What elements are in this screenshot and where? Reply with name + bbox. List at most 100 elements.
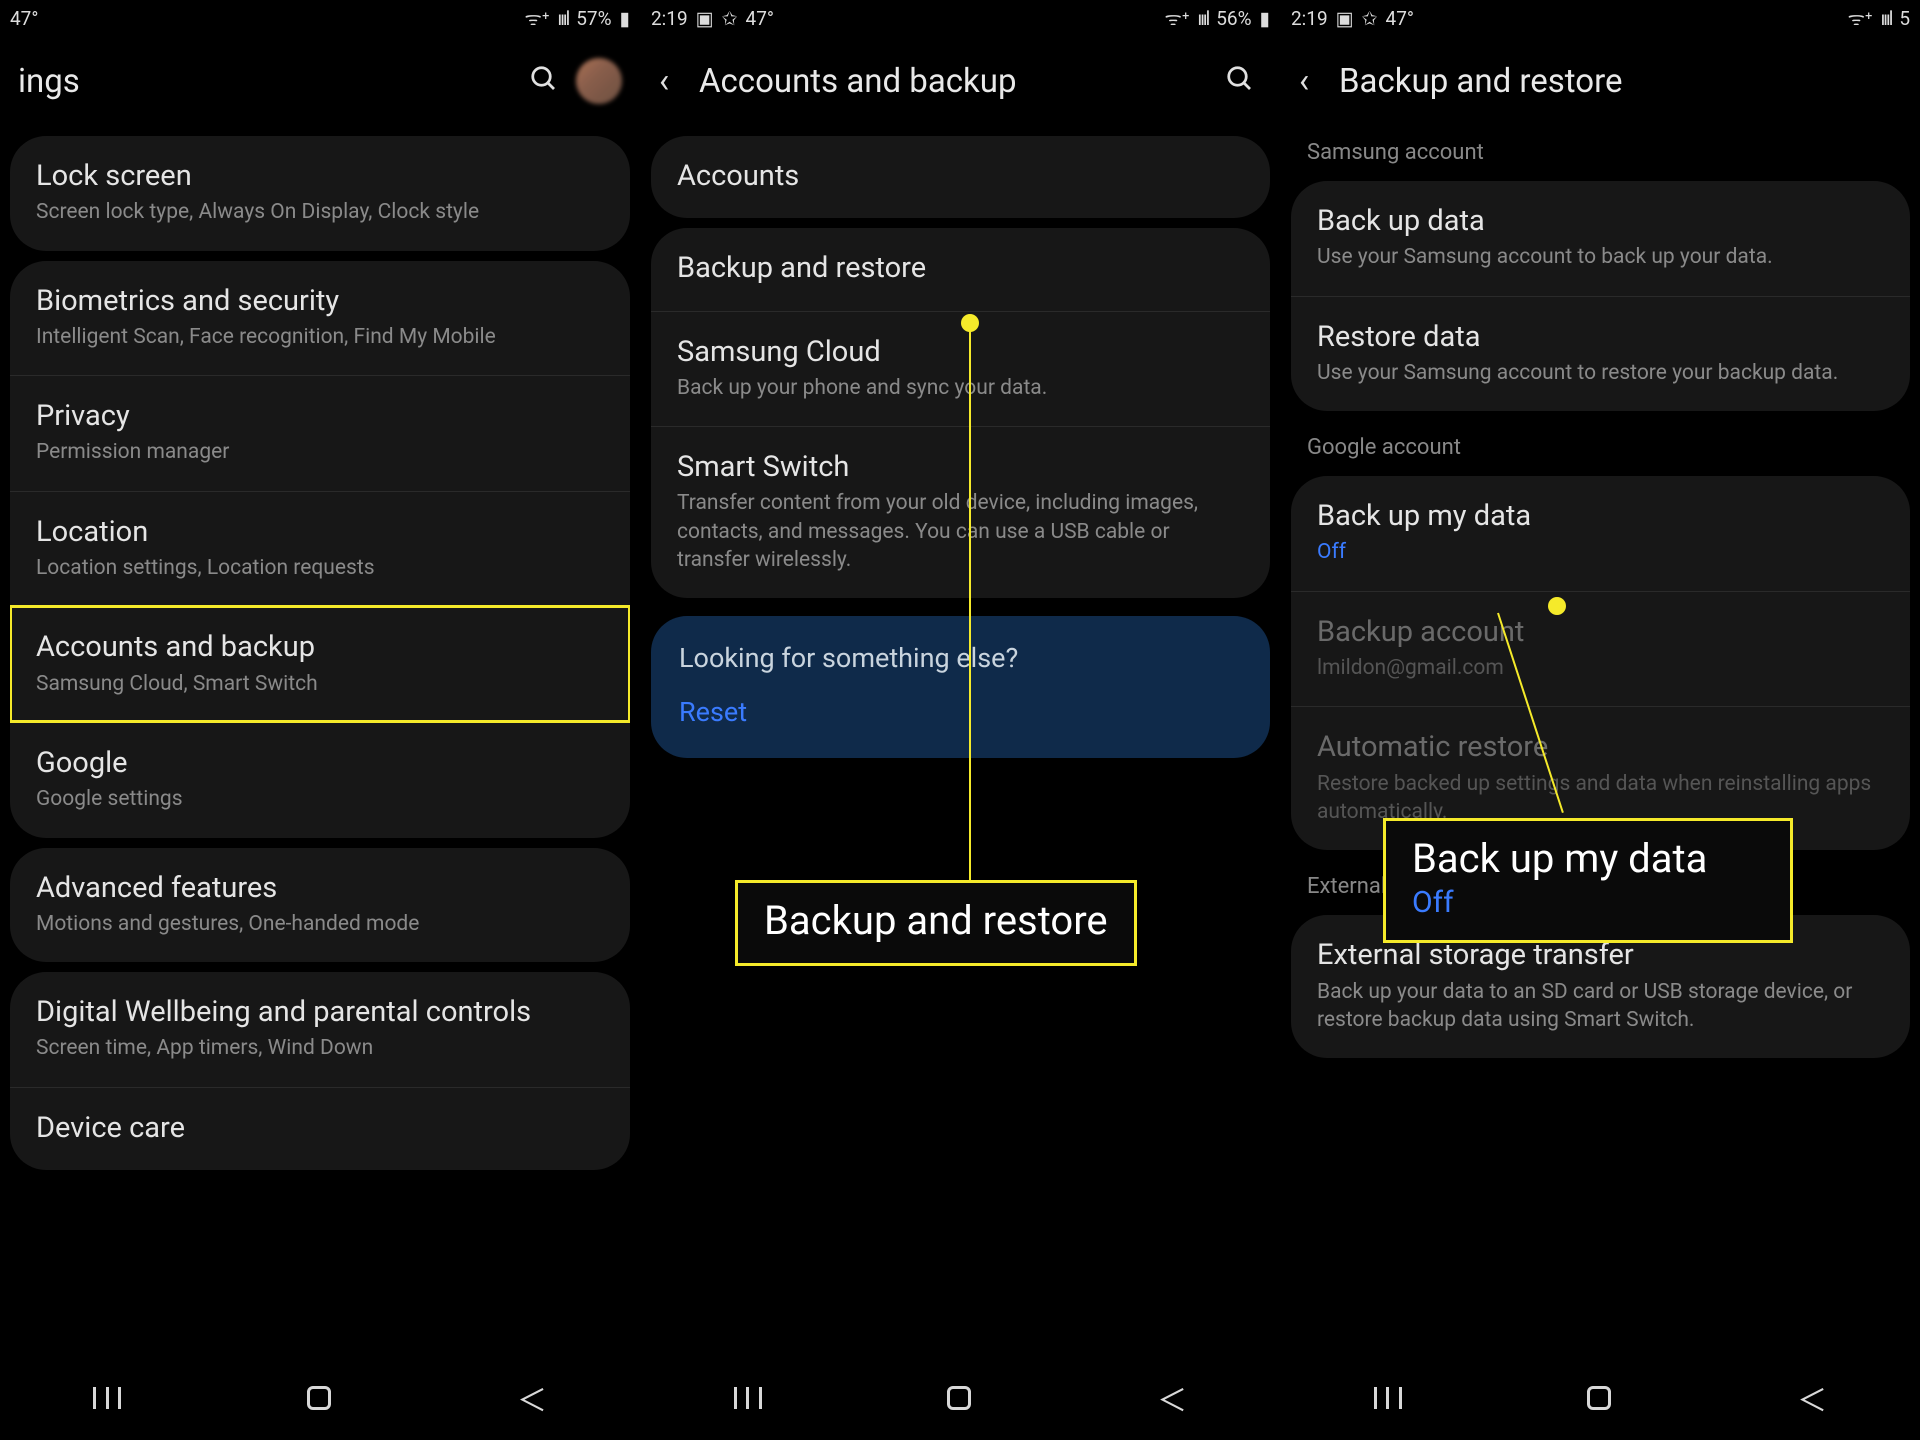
settings-item[interactable]: Digital Wellbeing and parental controlsS… xyxy=(10,972,630,1087)
status-wifi-icon: ᯤ⁺ xyxy=(1165,5,1190,31)
row-subtitle: Google settings xyxy=(36,785,604,813)
row-title: Samsung Cloud xyxy=(677,334,1244,370)
nav-recent-icon[interactable] xyxy=(1374,1387,1402,1409)
row-subtitle: Samsung Cloud, Smart Switch xyxy=(36,670,604,698)
page-title: Accounts and backup xyxy=(699,62,1218,101)
row-subtitle: Location settings, Location requests xyxy=(36,554,604,582)
status-signal-icon: ıııl xyxy=(1198,7,1209,30)
status-bar: 47° ᯤ⁺ ıııl 57% ▮ xyxy=(0,0,640,36)
nav-home-icon[interactable] xyxy=(307,1386,331,1410)
callout-sub: Off xyxy=(1412,885,1764,920)
row-subtitle: Intelligent Scan, Face recognition, Find… xyxy=(36,323,604,351)
status-battery: 57% xyxy=(576,7,611,30)
row-title: Advanced features xyxy=(36,870,604,906)
status-temp: 47° xyxy=(10,7,38,30)
accounts-item[interactable]: Samsung Cloud Back up your phone and sync… xyxy=(651,311,1270,427)
status-temp: 47° xyxy=(1386,7,1414,30)
backup-item[interactable]: Backup account lmildon@gmail.com xyxy=(1291,591,1910,707)
annotation-dot xyxy=(1548,597,1566,615)
status-temp: 47° xyxy=(746,7,774,30)
row-subtitle: Transfer content from your old device, i… xyxy=(677,489,1244,574)
settings-card: Lock screenScreen lock type, Always On D… xyxy=(10,136,630,251)
row-title: Accounts xyxy=(677,158,1244,194)
accounts-item[interactable]: Backup and restore xyxy=(651,228,1270,310)
status-star-icon: ✩ xyxy=(722,7,738,30)
callout-text: Backup and restore xyxy=(764,899,1108,943)
accounts-item[interactable]: Smart Switch Transfer content from your o… xyxy=(651,426,1270,598)
phone-backup-restore: 2:19 ▣ ✩ 47° ᯤ⁺ ıııl 5 ‹ Backup and rest… xyxy=(1280,0,1920,1440)
row-title: Back up data xyxy=(1317,203,1884,239)
header: ‹ Accounts and backup xyxy=(641,36,1280,126)
row-subtitle: Use your Samsung account to back up your… xyxy=(1317,243,1884,271)
nav-home-icon[interactable] xyxy=(1587,1386,1611,1410)
phone-accounts-backup: 2:19 ▣ ✩ 47° ᯤ⁺ ıııl 56% ▮ ‹ Accounts an… xyxy=(640,0,1280,1440)
status-battery: 56% xyxy=(1216,7,1251,30)
settings-item[interactable]: LocationLocation settings, Location requ… xyxy=(10,491,630,607)
status-app-icon: ▣ xyxy=(696,7,714,30)
section-label-samsung: Samsung account xyxy=(1285,126,1916,171)
row-title: Google xyxy=(36,745,604,781)
settings-card: Biometrics and securityIntelligent Scan,… xyxy=(10,261,630,838)
back-icon[interactable]: ‹ xyxy=(1299,61,1339,101)
nav-home-icon[interactable] xyxy=(947,1386,971,1410)
row-title: Accounts and backup xyxy=(36,629,604,665)
profile-avatar[interactable] xyxy=(576,58,622,104)
search-icon[interactable] xyxy=(522,64,566,98)
row-subtitle: lmildon@gmail.com xyxy=(1317,654,1884,682)
row-title: Lock screen xyxy=(36,158,604,194)
nav-back-icon[interactable]: ＜ xyxy=(1157,1376,1187,1420)
row-subtitle: Motions and gestures, One-handed mode xyxy=(36,910,604,938)
row-subtitle: Back up your data to an SD card or USB s… xyxy=(1317,978,1884,1035)
backup-item[interactable]: Restore dataUse your Samsung account to … xyxy=(1291,296,1910,412)
callout-title: Back up my data xyxy=(1412,837,1764,881)
row-subtitle: Off xyxy=(1317,538,1884,566)
nav-recent-icon[interactable] xyxy=(734,1387,762,1409)
settings-item[interactable]: Biometrics and securityIntelligent Scan,… xyxy=(10,261,630,376)
back-icon[interactable]: ‹ xyxy=(659,61,699,101)
info-card: Looking for something else? Reset xyxy=(651,616,1270,758)
status-wifi-icon: ᯤ⁺ xyxy=(1848,5,1873,31)
nav-recent-icon[interactable] xyxy=(93,1387,121,1409)
row-title: Restore data xyxy=(1317,319,1884,355)
row-title: Smart Switch xyxy=(677,449,1244,485)
annotation-dot xyxy=(961,314,979,332)
reset-link[interactable]: Reset xyxy=(679,696,1242,728)
android-nav-bar: ＜ xyxy=(0,1356,640,1440)
row-title: Backup and restore xyxy=(677,250,1244,286)
annotation-callout: Back up my data Off xyxy=(1383,818,1793,943)
settings-item[interactable]: Accounts and backup Samsung Cloud, Smart … xyxy=(10,606,630,722)
row-title: Digital Wellbeing and parental controls xyxy=(36,994,604,1030)
status-battery: 5 xyxy=(1899,7,1910,30)
settings-item[interactable]: PrivacyPermission manager xyxy=(10,375,630,491)
annotation-line xyxy=(969,330,971,884)
nav-back-icon[interactable]: ＜ xyxy=(517,1376,547,1420)
nav-back-icon[interactable]: ＜ xyxy=(1797,1376,1827,1420)
row-title: Device care xyxy=(36,1110,604,1146)
annotation-callout: Backup and restore xyxy=(735,880,1137,966)
android-nav-bar: ＜ xyxy=(1281,1356,1920,1440)
settings-item[interactable]: Device care xyxy=(10,1087,630,1170)
settings-item[interactable]: Google Google settings xyxy=(10,722,630,838)
phone-settings-root: 47° ᯤ⁺ ıııl 57% ▮ ings Lock screenScreen… xyxy=(0,0,640,1440)
status-star-icon: ✩ xyxy=(1362,7,1378,30)
settings-card: Digital Wellbeing and parental controlsS… xyxy=(10,972,630,1170)
status-signal-icon: ıııl xyxy=(558,7,569,30)
accounts-item[interactable]: Accounts xyxy=(651,136,1270,218)
android-nav-bar: ＜ xyxy=(641,1356,1280,1440)
status-bar: 2:19 ▣ ✩ 47° ᯤ⁺ ıııl 5 xyxy=(1281,0,1920,36)
status-app-icon: ▣ xyxy=(1336,7,1354,30)
page-title: Backup and restore xyxy=(1339,62,1902,101)
row-title: Back up my data xyxy=(1317,498,1884,534)
backup-item[interactable]: Back up data Use your Samsung account to … xyxy=(1291,181,1910,296)
header: ings xyxy=(0,36,640,126)
status-time: 2:19 xyxy=(651,7,688,30)
row-title: Backup account xyxy=(1317,614,1884,650)
settings-item[interactable]: Advanced features Motions and gestures, O… xyxy=(10,848,630,963)
search-icon[interactable] xyxy=(1218,64,1262,98)
row-subtitle: Back up your phone and sync your data. xyxy=(677,374,1244,402)
status-battery-icon: ▮ xyxy=(620,7,630,30)
page-title: ings xyxy=(18,62,522,101)
info-question: Looking for something else? xyxy=(679,642,1242,674)
backup-item[interactable]: Back up my data Off xyxy=(1291,476,1910,591)
settings-item[interactable]: Lock screenScreen lock type, Always On D… xyxy=(10,136,630,251)
